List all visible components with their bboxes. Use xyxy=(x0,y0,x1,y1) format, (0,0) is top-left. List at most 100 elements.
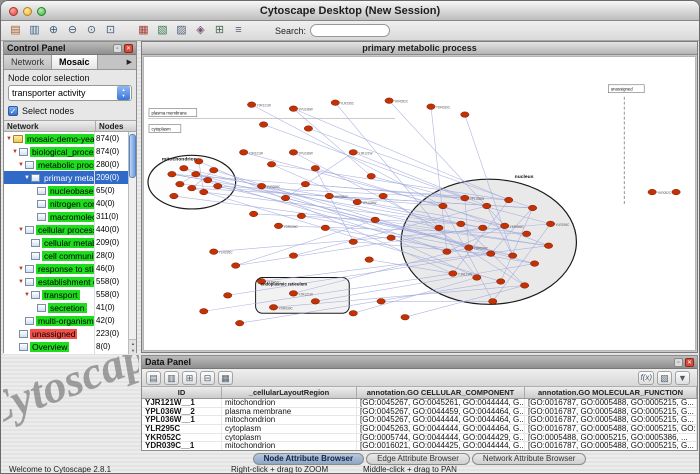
table-row-ydr039c-1[interactable]: YDR039C__1mitochondrion[GO:0016021, GO:0… xyxy=(142,442,697,450)
graph-node[interactable] xyxy=(321,225,329,231)
graph-node[interactable] xyxy=(311,165,319,171)
graph-node[interactable] xyxy=(497,279,505,285)
tree-row-biological-process[interactable]: ▼biological_process874(0) xyxy=(4,145,136,158)
graph-node[interactable] xyxy=(365,257,373,263)
graph-node[interactable] xyxy=(289,253,297,259)
tab-node-attribute-browser[interactable]: Node Attribute Browser xyxy=(253,453,365,465)
graph-node[interactable] xyxy=(546,221,554,227)
expander-icon[interactable]: ▼ xyxy=(17,162,25,168)
tree-row-cellular-process[interactable]: ▼cellular process440(0) xyxy=(4,223,136,236)
tree-row-nitrogen-compo[interactable]: nitrogen compo...40(0) xyxy=(4,197,136,210)
graph-node[interactable] xyxy=(239,150,247,156)
plugin-manager-icon[interactable]: ⊞ xyxy=(211,23,228,39)
graph-node[interactable] xyxy=(192,171,200,177)
graph-node[interactable] xyxy=(259,122,267,128)
expander-icon[interactable]: ▼ xyxy=(11,149,19,155)
graph-node[interactable] xyxy=(210,249,218,255)
node-color-attribute-dropdown[interactable]: transporter activity ▲▼ xyxy=(8,85,132,101)
delete-row-icon[interactable]: ▦ xyxy=(218,371,233,385)
graph-node[interactable] xyxy=(200,189,208,195)
tree-row-macromolecule[interactable]: macromolecule...311(0) xyxy=(4,210,136,223)
graph-node[interactable] xyxy=(435,225,443,231)
tab-network-attribute-browser[interactable]: Network Attribute Browser xyxy=(472,453,586,465)
tree-scrollbar[interactable]: ▲▼ xyxy=(128,132,136,354)
tree-scrollbar-thumb[interactable] xyxy=(129,134,136,178)
create-network-view-icon[interactable]: ▧ xyxy=(154,23,171,39)
graph-node[interactable] xyxy=(377,299,385,305)
graph-node[interactable] xyxy=(289,291,297,297)
data-panel-float-icon[interactable]: ▫ xyxy=(674,358,683,367)
graph-node[interactable] xyxy=(349,150,357,156)
graph-node[interactable] xyxy=(367,173,375,179)
expander-icon[interactable]: ▼ xyxy=(23,175,31,181)
graph-node[interactable] xyxy=(214,183,222,189)
search-input[interactable] xyxy=(310,24,390,37)
tab-edge-attribute-browser[interactable]: Edge Attribute Browser xyxy=(366,453,470,465)
graph-node[interactable] xyxy=(544,243,552,249)
graph-node[interactable] xyxy=(231,263,239,269)
graph-node[interactable] xyxy=(483,203,491,209)
network-canvas[interactable]: YJR121WYPL036WYLR295CYKR052CYDR039CYJR12… xyxy=(143,56,696,351)
table-row-ylr295c[interactable]: YLR295Ccytoplasm[GO:0045263, GO:0044444,… xyxy=(142,425,697,434)
graph-node[interactable] xyxy=(247,102,255,108)
graph-node[interactable] xyxy=(501,223,509,229)
export-table-icon[interactable]: ▼ xyxy=(675,371,690,385)
graph-node[interactable] xyxy=(443,249,451,255)
graph-node[interactable] xyxy=(371,217,379,223)
graph-node[interactable] xyxy=(304,126,312,132)
import-table-icon[interactable]: ▧ xyxy=(657,371,672,385)
titlebar[interactable]: Cytoscape Desktop (New Session) xyxy=(1,1,699,21)
tree-row-unassigned[interactable]: unassigned223(0) xyxy=(4,327,136,340)
graph-node[interactable] xyxy=(349,310,357,316)
expander-icon[interactable]: ▼ xyxy=(17,266,25,272)
tree-row-metabolic-process[interactable]: ▼metabolic process280(0) xyxy=(4,158,136,171)
tree-row-cell-communicat[interactable]: cell communicat...28(0) xyxy=(4,249,136,262)
graph-node[interactable] xyxy=(387,235,395,241)
graph-node[interactable] xyxy=(210,167,218,173)
formula-builder-icon[interactable]: f(x) xyxy=(638,371,654,385)
graph-node[interactable] xyxy=(508,253,516,259)
graph-node[interactable] xyxy=(385,98,393,104)
graph-node[interactable] xyxy=(289,150,297,156)
expander-icon[interactable]: ▼ xyxy=(23,292,31,298)
graph-node[interactable] xyxy=(672,189,680,195)
graph-node[interactable] xyxy=(465,245,473,251)
graph-node[interactable] xyxy=(235,320,243,326)
tree-row-establishment-of-lo[interactable]: ▼establishment of lo...558(0) xyxy=(4,275,136,288)
graph-node[interactable] xyxy=(170,193,178,199)
graph-node[interactable] xyxy=(224,293,232,299)
network-frame-title[interactable]: primary metabolic process xyxy=(142,42,697,55)
open-session-icon[interactable]: ▤ xyxy=(7,23,24,39)
graph-node[interactable] xyxy=(188,185,196,191)
zoom-selected-icon[interactable]: ⊙ xyxy=(83,23,100,39)
graph-node[interactable] xyxy=(479,225,487,231)
graph-node[interactable] xyxy=(522,231,530,237)
column-header-annotation-go-cellular-component[interactable]: annotation.GO CELLULAR_COMPONENT xyxy=(357,387,525,398)
graph-node[interactable] xyxy=(473,275,481,281)
tree-row-multi-organism-proc[interactable]: multi-organism proc...42(0) xyxy=(4,314,136,327)
vizmapper-icon[interactable]: ◈ xyxy=(192,23,209,39)
graph-node[interactable] xyxy=(311,299,319,305)
graph-node[interactable] xyxy=(457,221,465,227)
delete-attribute-icon[interactable]: ⊟ xyxy=(200,371,215,385)
tree-row-primary-metabo[interactable]: ▼primary metabo...209(0) xyxy=(4,171,136,184)
create-attribute-icon[interactable]: ⊞ xyxy=(182,371,197,385)
graph-node[interactable] xyxy=(249,211,257,217)
table-row-ypl036w-2[interactable]: YPL036W__2plasma membrane[GO:0045267, GO… xyxy=(142,408,697,417)
graph-node[interactable] xyxy=(648,189,656,195)
annotation-icon[interactable]: ≡ xyxy=(230,23,247,39)
unselect-attributes-icon[interactable]: ▥ xyxy=(164,371,179,385)
tree-row-mosaic-demo-yeast[interactable]: ▼mosaic-demo-yeast874(0) xyxy=(4,132,136,145)
graph-node[interactable] xyxy=(461,112,469,118)
graph-node[interactable] xyxy=(269,305,277,311)
column-header-annotation-go-molecular-function[interactable]: annotation.GO MOLECULAR_FUNCTION xyxy=(525,387,697,398)
graph-node[interactable] xyxy=(180,165,188,171)
graph-node[interactable] xyxy=(489,299,497,305)
table-row-yjr121w-1[interactable]: YJR121W__1mitochondrion[GO:0045267, GO:0… xyxy=(142,399,697,408)
import-network-icon[interactable]: ▨ xyxy=(173,23,190,39)
column-header-nodes[interactable]: Nodes xyxy=(96,121,136,131)
graph-node[interactable] xyxy=(204,177,212,183)
graph-node[interactable] xyxy=(349,239,357,245)
expander-icon[interactable]: ▼ xyxy=(17,227,25,233)
tree-row-response-to-stimulu[interactable]: ▼response to stimulu...46(0) xyxy=(4,262,136,275)
